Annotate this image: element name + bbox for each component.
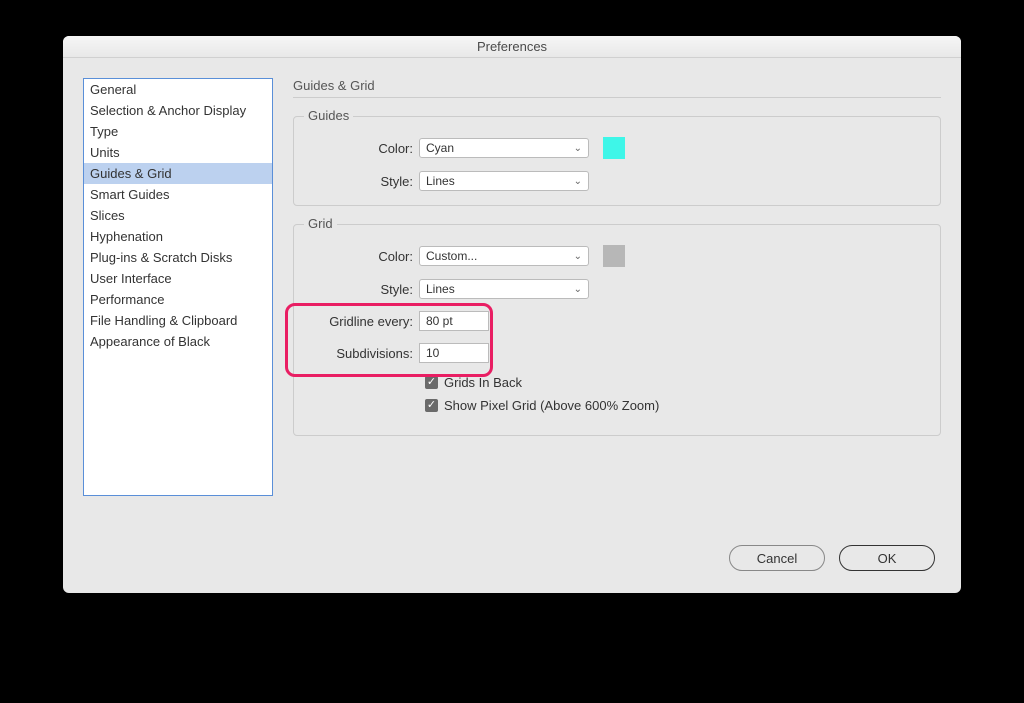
- grid-color-swatch[interactable]: [603, 245, 625, 267]
- sidebar-item-units[interactable]: Units: [84, 142, 272, 163]
- grid-style-label: Style:: [308, 282, 413, 297]
- grids-in-back-checkbox[interactable]: ✓: [425, 376, 438, 389]
- guides-style-value: Lines: [426, 174, 455, 188]
- guides-style-select[interactable]: Lines ⌄: [419, 171, 589, 191]
- window-title: Preferences: [63, 36, 961, 58]
- sidebar-item-general[interactable]: General: [84, 79, 272, 100]
- grid-legend: Grid: [304, 216, 337, 231]
- panel-title: Guides & Grid: [293, 78, 941, 98]
- cancel-button[interactable]: Cancel: [729, 545, 825, 571]
- guides-color-select[interactable]: Cyan ⌄: [419, 138, 589, 158]
- sidebar-item-ui[interactable]: User Interface: [84, 268, 272, 289]
- chevron-down-icon: ⌄: [574, 176, 582, 187]
- subdivisions-input[interactable]: 10: [419, 343, 489, 363]
- guides-fieldset: Guides Color: Cyan ⌄ Style: Lines ⌄: [293, 116, 941, 206]
- guides-style-label: Style:: [308, 174, 413, 189]
- gridline-every-input[interactable]: 80 pt: [419, 311, 489, 331]
- sidebar-item-plugins[interactable]: Plug-ins & Scratch Disks: [84, 247, 272, 268]
- dialog-footer: Cancel OK: [63, 545, 961, 593]
- guides-color-value: Cyan: [426, 141, 454, 155]
- guides-legend: Guides: [304, 108, 353, 123]
- grid-fieldset: Grid Color: Custom... ⌄ Style: Lines ⌄: [293, 224, 941, 436]
- grid-color-label: Color:: [308, 249, 413, 264]
- grid-color-select[interactable]: Custom... ⌄: [419, 246, 589, 266]
- guides-color-label: Color:: [308, 141, 413, 156]
- sidebar-item-file-handling[interactable]: File Handling & Clipboard: [84, 310, 272, 331]
- preferences-window: Preferences General Selection & Anchor D…: [63, 36, 961, 593]
- chevron-down-icon: ⌄: [574, 251, 582, 262]
- sidebar-item-hyphenation[interactable]: Hyphenation: [84, 226, 272, 247]
- sidebar-item-type[interactable]: Type: [84, 121, 272, 142]
- sidebar-item-smart-guides[interactable]: Smart Guides: [84, 184, 272, 205]
- subdivisions-label: Subdivisions:: [308, 346, 413, 361]
- chevron-down-icon: ⌄: [574, 284, 582, 295]
- gridline-every-label: Gridline every:: [308, 314, 413, 329]
- grid-style-select[interactable]: Lines ⌄: [419, 279, 589, 299]
- guides-color-swatch[interactable]: [603, 137, 625, 159]
- sidebar-item-guides-grid[interactable]: Guides & Grid: [84, 163, 272, 184]
- show-pixel-grid-checkbox[interactable]: ✓: [425, 399, 438, 412]
- ok-button[interactable]: OK: [839, 545, 935, 571]
- show-pixel-grid-label: Show Pixel Grid (Above 600% Zoom): [444, 398, 659, 413]
- chevron-down-icon: ⌄: [574, 143, 582, 154]
- sidebar-item-selection[interactable]: Selection & Anchor Display: [84, 100, 272, 121]
- category-sidebar: General Selection & Anchor Display Type …: [83, 78, 273, 496]
- content-area: General Selection & Anchor Display Type …: [63, 58, 961, 545]
- grid-color-value: Custom...: [426, 249, 477, 263]
- grids-in-back-label: Grids In Back: [444, 375, 522, 390]
- grid-style-value: Lines: [426, 282, 455, 296]
- sidebar-item-appearance-black[interactable]: Appearance of Black: [84, 331, 272, 352]
- sidebar-item-slices[interactable]: Slices: [84, 205, 272, 226]
- sidebar-item-performance[interactable]: Performance: [84, 289, 272, 310]
- main-panel: Guides & Grid Guides Color: Cyan ⌄ Style…: [293, 78, 941, 525]
